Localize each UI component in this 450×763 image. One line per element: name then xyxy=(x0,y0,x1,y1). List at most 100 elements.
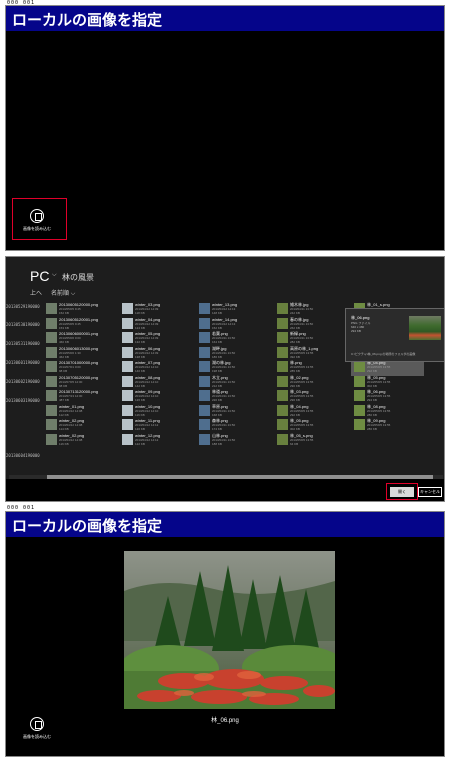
chevron-down-icon[interactable]: ⌵ xyxy=(52,272,57,279)
file-item[interactable]: 高原の林_1.png 2013/05/05 13:55 392 KB xyxy=(277,346,351,360)
file-item[interactable]: winter_11.png 2013/04/12 14:12 120 KB xyxy=(122,418,196,432)
file-thumbnail xyxy=(354,419,365,430)
file-item[interactable]: 20130605120000.png 2013/05/05 9:45 152 KB xyxy=(46,302,120,316)
file-item[interactable]: 草原.png 2013/04/11 13:50 168 KB xyxy=(199,404,273,418)
file-meta: 2013/05/05 13:55 302 KB xyxy=(367,380,390,388)
file-item[interactable]: 森林.png 2013/04/11 13:50 174 KB xyxy=(199,418,273,432)
file-item[interactable]: winter_08.png 2013/04/12 14:10 142 KB xyxy=(122,375,196,389)
file-thumbnail xyxy=(277,375,288,387)
file-size: 153 KB xyxy=(59,325,69,330)
file-thumbnail xyxy=(199,390,210,401)
file-item[interactable]: 林_05.png 2013/05/05 13:55 302 KB xyxy=(277,418,351,432)
row-label: 20130529190000 xyxy=(6,304,40,309)
file-item[interactable]: 雑木林.jpg 2013/04/11 13:50 242 KB xyxy=(277,302,351,316)
file-item[interactable]: 林_02.png 2013/05/05 13:55 290 KB xyxy=(277,375,351,389)
file-item[interactable]: 林_05.png 2013/05/05 13:55 302 KB xyxy=(354,375,428,389)
file-item[interactable]: 20130713120000.png 2013/07/13 12:00 487 KB xyxy=(46,389,120,403)
file-item[interactable]: winter_04.png 2013/04/12 14:09 124 KB xyxy=(122,317,196,331)
file-thumbnail xyxy=(46,346,57,358)
file-item[interactable]: 湖の林.jpg 2013/04/11 13:50 198 KB xyxy=(199,360,273,374)
file-date: 2013/04/12 14:12 xyxy=(135,437,159,442)
file-item[interactable]: 20130705120000.png 2013/07/05 12:00 98 KB xyxy=(46,375,120,389)
file-thumbnail xyxy=(122,419,133,430)
location-pc[interactable]: PC xyxy=(30,268,49,284)
file-item[interactable]: 新緑.png 2013/04/11 13:50 282 KB xyxy=(277,331,351,345)
file-meta: 2013/05/05 13:55 392 KB xyxy=(290,351,313,359)
file-meta: 2013/04/12 14:09 138 KB xyxy=(135,351,158,359)
file-thumbnail xyxy=(46,332,57,343)
file-meta: 2013/04/12 14:10 126 KB xyxy=(135,394,158,402)
file-size: 286 KB xyxy=(367,427,377,431)
file-item[interactable]: winter_14.png 2013/04/12 14:13 152 KB xyxy=(199,317,273,331)
file-item[interactable]: 林.png 2013/05/05 13:55 285 KB xyxy=(277,360,351,374)
file-size: 152 KB xyxy=(59,311,69,315)
file-date: 2013/04/12 14:08 xyxy=(59,408,83,413)
file-item[interactable]: 林_04.png 2013/05/05 13:55 292 KB xyxy=(354,360,428,374)
picker-footer xyxy=(6,479,444,501)
file-item[interactable]: winter_02.png 2013/04/12 14:08 116 KB xyxy=(46,433,120,447)
file-thumbnail xyxy=(199,332,210,343)
file-item[interactable]: 春の林.jpg 2013/04/11 13:50 262 KB xyxy=(277,317,351,331)
file-date: 2013/05/05 13:55 xyxy=(290,408,314,413)
file-item[interactable]: 林_09.png 2013/05/05 13:55 286 KB xyxy=(354,418,428,432)
file-item[interactable]: 木立.png 2013/04/11 13:50 212 KB xyxy=(199,375,273,389)
tooltip-size: 294 KB xyxy=(351,329,361,333)
file-item[interactable]: 20130701000000.png 2013/07/01 0:00 98 KB xyxy=(46,360,120,374)
file-thumbnail xyxy=(277,419,288,430)
file-size: 186 KB xyxy=(212,354,222,359)
file-item[interactable]: 山林.png 2013/04/11 13:50 188 KB xyxy=(199,433,273,447)
title-bar: ローカルの画像を指定 xyxy=(6,512,444,537)
file-item[interactable]: winter_05.png 2013/04/12 14:09 132 KB xyxy=(122,331,196,345)
file-item[interactable]: 林_05_s.png 2013/05/05 13:55 64 KB xyxy=(277,433,351,447)
file-meta: 2013/05/05 13:55 292 KB xyxy=(290,409,313,417)
file-item[interactable]: winter_13.png 2013/04/12 14:13 148 KB xyxy=(199,302,273,316)
file-item[interactable]: 林道.png 2013/04/11 13:50 220 KB xyxy=(199,389,273,403)
file-item[interactable]: 林_03.png 2013/05/05 13:55 296 KB xyxy=(277,389,351,403)
file-date: 2013/04/12 14:09 xyxy=(135,350,159,355)
file-meta: 2013/04/12 14:08 116 KB xyxy=(59,438,82,446)
file-thumbnail xyxy=(122,332,133,343)
file-thumbnail xyxy=(46,419,57,430)
sort-dropdown[interactable]: 名前順 ⌵ xyxy=(51,288,75,298)
load-image-button[interactable]: 画像を読み込む xyxy=(19,717,55,740)
file-item[interactable]: winter_07.png 2013/04/12 14:10 140 KB xyxy=(122,360,196,374)
image-load-icon xyxy=(30,717,44,731)
file-item[interactable]: winter_12.png 2013/04/12 14:12 122 KB xyxy=(122,433,196,447)
file-item[interactable]: winter_02.png 2013/04/12 14:08 114 KB xyxy=(46,418,120,432)
file-item[interactable]: 林_08.png 2013/05/05 13:55 280 KB xyxy=(354,404,428,418)
file-item[interactable]: 若葉.png 2013/04/11 13:50 164 KB xyxy=(199,331,273,345)
file-item[interactable]: winter_03.png 2013/04/12 14:09 118 KB xyxy=(122,302,196,316)
file-item[interactable]: 20130605120001.png 2013/05/05 9:45 153 KB xyxy=(46,317,120,331)
file-date: 2013/04/11 13:50 xyxy=(212,379,236,384)
file-item[interactable]: winter_09.png 2013/04/12 14:10 126 KB xyxy=(122,389,196,403)
tooltip-meta: PNG ファイル 640 x 480 294 KB xyxy=(351,321,370,333)
go-up-link[interactable]: 上へ xyxy=(30,288,42,297)
file-thumbnail xyxy=(354,390,365,401)
file-size: 118 KB xyxy=(135,311,145,315)
file-item[interactable]: winter_01.png 2013/04/12 14:08 112 KB xyxy=(46,404,120,418)
file-size: 152 KB xyxy=(212,325,222,330)
file-date: 2013/05/05 13:55 xyxy=(367,379,391,384)
file-meta: 2013/04/11 13:50 242 KB xyxy=(290,307,313,315)
file-item[interactable]: 湖畔.jpg 2013/04/11 13:50 186 KB xyxy=(199,346,273,360)
file-item[interactable]: 20130606000001.png 2013/05/06 0:00 460 KB xyxy=(46,331,120,345)
file-meta: 2013/04/11 13:50 186 KB xyxy=(212,351,235,359)
file-size: 290 KB xyxy=(290,383,300,388)
file-item[interactable]: winter_06.png 2013/04/12 14:09 138 KB xyxy=(122,346,196,360)
file-tooltip: 林_06.png PNG ファイル 640 x 480 294 KB C:\ピク… xyxy=(345,308,444,362)
file-date: 2013/04/12 14:10 xyxy=(135,408,159,413)
file-size: 126 KB xyxy=(135,398,145,402)
file-item[interactable]: 20130606013000.png 2013/05/06 1:30 462 KB xyxy=(46,346,120,360)
file-item[interactable]: winter_10.png 2013/04/12 14:10 116 KB xyxy=(122,404,196,418)
panel-initial: ローカルの画像を指定 画像を読み込む xyxy=(5,5,445,251)
file-item[interactable]: 林_06.png2013/05/05 13:55294 KB xyxy=(354,389,428,403)
file-meta: 2013/07/01 0:00 98 KB xyxy=(59,365,81,373)
row-label: 20130604190000 xyxy=(6,453,40,458)
cancel-button[interactable]: キャンセル xyxy=(418,487,442,497)
file-size: 122 KB xyxy=(135,441,145,446)
file-meta: 2013/05/05 13:55294 KB xyxy=(367,394,390,402)
selected-image xyxy=(124,551,335,709)
file-size: 132 KB xyxy=(135,340,145,344)
file-item[interactable]: 林_04.png 2013/05/05 13:55 292 KB xyxy=(277,404,351,418)
file-date: 2013/05/05 13:55 xyxy=(290,350,314,355)
